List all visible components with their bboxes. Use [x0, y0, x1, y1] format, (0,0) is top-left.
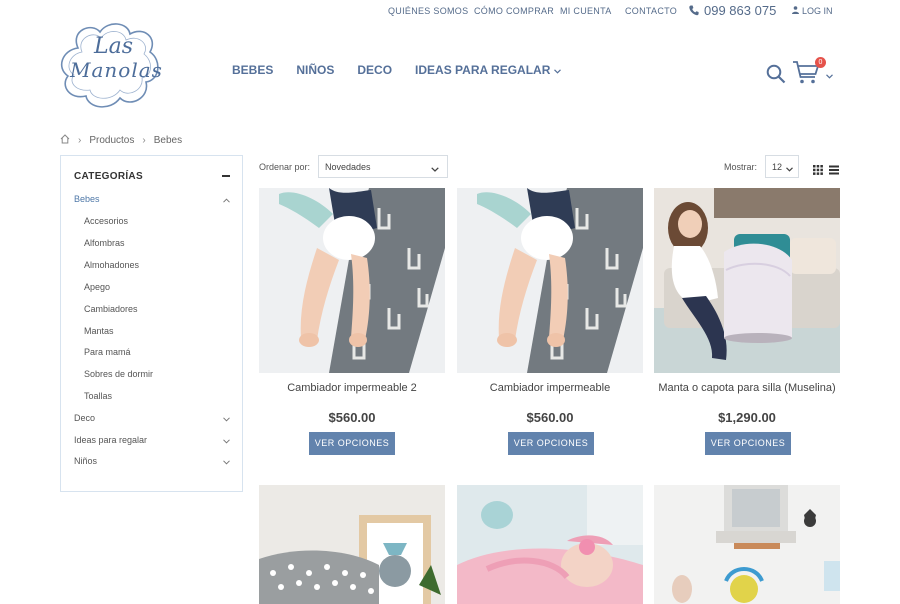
chevron-down-icon: [554, 63, 562, 77]
sidebar-item-label: Bebes: [74, 194, 100, 204]
login-link[interactable]: LOG IN: [792, 6, 833, 16]
topbar-link-mi-cuenta[interactable]: MI CUENTA: [560, 6, 612, 16]
per-page-value: 12: [772, 162, 783, 172]
sidebar-item-alfombras[interactable]: Alfombras: [84, 238, 230, 248]
sidebar-item-bebes[interactable]: Bebes: [74, 194, 230, 204]
product-card: [654, 485, 840, 604]
sidebar-item-label: Sobres de dormir: [84, 369, 154, 379]
topbar-link-quienes-somos[interactable]: QUIÉNES SOMOS: [388, 6, 468, 16]
product-price: $560.00: [328, 410, 376, 425]
sidebar-item-label: Accesorios: [84, 216, 129, 226]
sidebar-item-para-mama[interactable]: Para mamá: [84, 347, 230, 357]
home-icon[interactable]: [60, 134, 70, 147]
cart-count-badge: 0: [815, 57, 826, 68]
sidebar-item-accesorios[interactable]: Accesorios: [84, 216, 230, 226]
collapse-minus-icon[interactable]: [222, 175, 230, 177]
sort-select[interactable]: Novedades: [318, 155, 448, 178]
view-options-button[interactable]: VER OPCIONES: [705, 432, 791, 455]
nav-item-deco[interactable]: DECO: [357, 63, 392, 77]
sidebar-item-ideas-para-regalar[interactable]: Ideas para regalar: [74, 435, 230, 445]
sidebar-item-label: Apego: [84, 282, 111, 292]
sidebar-item-cambiadores[interactable]: Cambiadores: [84, 304, 230, 314]
phone-number[interactable]: 099 863 075: [689, 3, 776, 18]
show-label: Mostrar:: [724, 162, 758, 172]
product-image-mother-with-stroller-cover[interactable]: [654, 188, 840, 373]
phone-icon: [689, 5, 699, 16]
site-logo[interactable]: Las Manolas: [58, 20, 164, 110]
logo-text-line2: Manolas: [70, 58, 163, 82]
chevron-up-icon[interactable]: [223, 195, 230, 205]
product-card: [259, 485, 445, 604]
list-view-icon[interactable]: [829, 162, 839, 180]
sidebar-item-apego[interactable]: Apego: [84, 282, 230, 292]
view-options-button[interactable]: VER OPCIONES: [309, 432, 395, 455]
sidebar-item-label: Mantas: [84, 326, 114, 336]
product-image-sleeping-baby-pink-blanket[interactable]: [457, 485, 643, 604]
chevron-down-icon: [786, 164, 793, 174]
breadcrumb-separator-icon: ›: [78, 135, 82, 146]
nav-label: NIÑOS: [296, 63, 335, 77]
sidebar-item-almohadones[interactable]: Almohadones: [84, 260, 230, 270]
sidebar-item-label: Cambiadores: [84, 304, 138, 314]
category-sidebar: CATEGORÍAS Bebes Accesorios Alfombras Al…: [60, 155, 243, 492]
chevron-down-icon[interactable]: [223, 457, 230, 467]
nav-item-ninos[interactable]: NIÑOS: [296, 63, 334, 77]
nav-label: IDEAS PARA REGALAR: [415, 63, 551, 77]
nav-item-ideas-para-regalar[interactable]: IDEAS PARA REGALAR: [415, 63, 562, 77]
product-image-baby-on-changing-mat[interactable]: [259, 188, 445, 373]
view-options-button[interactable]: VER OPCIONES: [508, 432, 594, 455]
sidebar-item-label: Toallas: [84, 391, 113, 401]
product-name[interactable]: Cambiador impermeable: [457, 382, 643, 394]
sidebar-item-label: Para mamá: [84, 347, 131, 357]
grid-view-icon[interactable]: [813, 162, 823, 180]
product-name[interactable]: Manta o capota para silla (Muselina): [654, 382, 840, 394]
nav-label: BEBES: [232, 63, 274, 77]
sort-label: Ordenar por:: [259, 162, 311, 172]
product-card: Cambiador impermeable 2 $560.00 VER OPCI…: [259, 188, 445, 455]
phone-text: 099 863 075: [704, 3, 777, 18]
sidebar-item-label: Alfombras: [84, 238, 125, 248]
product-image-wall-shelf-hooks[interactable]: [654, 485, 840, 604]
main-nav: BEBES NIÑOS DECO IDEAS PARA REGALAR: [232, 63, 584, 77]
sidebar-item-ninos[interactable]: Niños: [74, 456, 230, 466]
breadcrumb-item-productos[interactable]: Productos: [89, 135, 134, 146]
sidebar-item-label: Ideas para regalar: [74, 435, 148, 445]
chevron-down-icon[interactable]: [826, 66, 833, 84]
topbar-link-contacto[interactable]: CONTACTO: [625, 6, 677, 16]
sidebar-item-sobres-de-dormir[interactable]: Sobres de dormir: [84, 369, 230, 379]
breadcrumb-item-bebes[interactable]: Bebes: [154, 135, 182, 146]
nav-item-bebes[interactable]: BEBES: [232, 63, 273, 77]
sidebar-item-toallas[interactable]: Toallas: [84, 391, 230, 401]
product-card: Manta o capota para silla (Muselina) $1,…: [654, 188, 840, 455]
top-bar: QUIÉNES SOMOS CÓMO COMPRAR MI CUENTA CON…: [0, 0, 900, 22]
nav-label: DECO: [357, 63, 393, 77]
sidebar-title: CATEGORÍAS: [74, 171, 143, 182]
product-name[interactable]: Cambiador impermeable 2: [259, 382, 445, 394]
sidebar-item-label: Deco: [74, 413, 96, 423]
chevron-down-icon[interactable]: [223, 414, 230, 424]
product-price: $560.00: [526, 410, 574, 425]
per-page-select[interactable]: 12: [765, 155, 799, 178]
logo-text-line1: Las: [94, 34, 134, 59]
user-icon: [792, 6, 799, 16]
breadcrumb-separator-icon: ›: [142, 135, 146, 146]
sort-select-value: Novedades: [325, 162, 371, 172]
sidebar-item-label: Almohadones: [84, 260, 140, 270]
search-icon[interactable]: [766, 64, 786, 89]
breadcrumb: › Productos › Bebes: [60, 134, 182, 147]
product-card: Cambiador impermeable $560.00 VER OPCION…: [457, 188, 643, 455]
product-price: $1,290.00: [718, 410, 776, 425]
topbar-link-como-comprar[interactable]: CÓMO COMPRAR: [474, 6, 554, 16]
chevron-down-icon: [431, 164, 439, 174]
sidebar-item-label: Niños: [74, 456, 98, 466]
sidebar-item-deco[interactable]: Deco: [74, 413, 230, 423]
product-card: [457, 485, 643, 604]
login-label: LOG IN: [802, 6, 833, 16]
sidebar-item-mantas[interactable]: Mantas: [84, 326, 230, 336]
chevron-down-icon[interactable]: [223, 436, 230, 446]
product-image-dotted-cushion[interactable]: [259, 485, 445, 604]
product-image-baby-on-changing-mat[interactable]: [457, 188, 643, 373]
